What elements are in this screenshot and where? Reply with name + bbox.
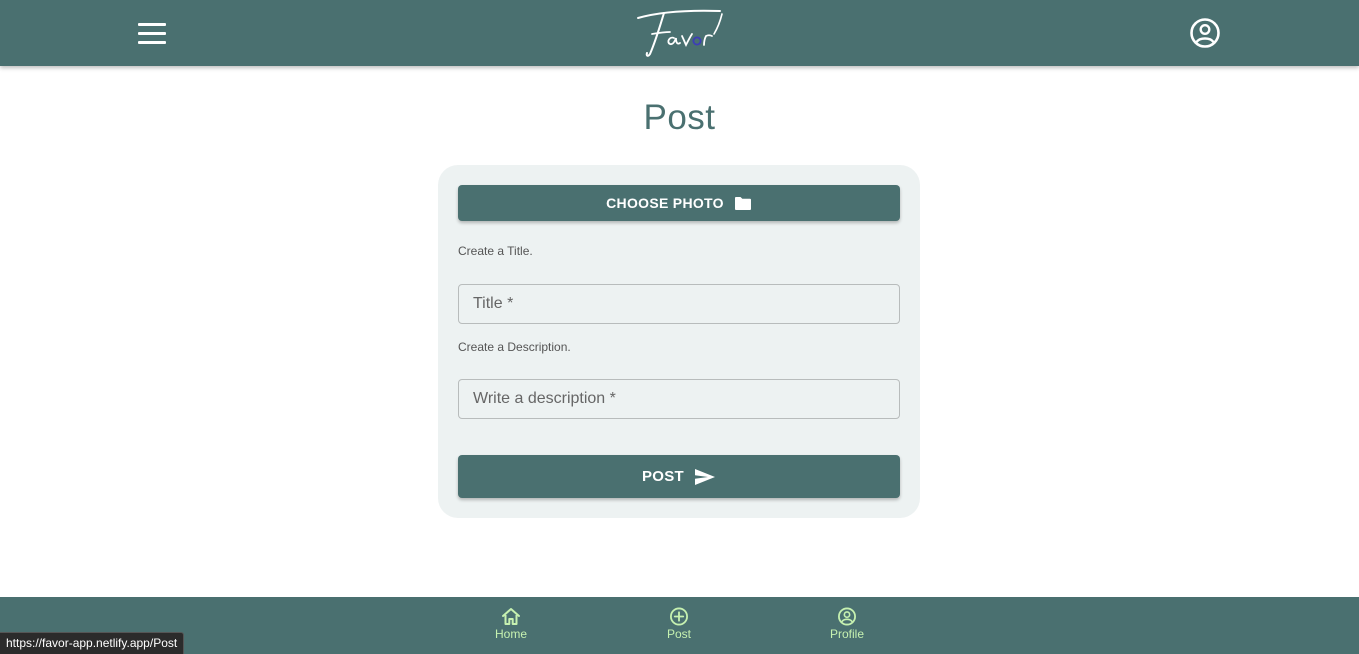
nav-item-label: Profile bbox=[829, 627, 864, 641]
account-circle-icon bbox=[838, 607, 856, 626]
menu-icon[interactable] bbox=[136, 18, 168, 48]
nav-item-label: Post bbox=[666, 627, 691, 641]
home-icon bbox=[502, 608, 520, 625]
nav-item-profile[interactable]: Profile bbox=[802, 607, 892, 641]
top-app-bar bbox=[0, 0, 1359, 66]
bottom-navigation: Home Post Profile bbox=[0, 597, 1359, 654]
post-form-card: CHOOSE PHOTO Create a Title. Create a De… bbox=[438, 165, 920, 518]
add-circle-icon bbox=[670, 607, 688, 626]
choose-photo-label: CHOOSE PHOTO bbox=[606, 195, 724, 211]
account-circle-icon[interactable] bbox=[1188, 16, 1222, 50]
nav-item-post[interactable]: Post bbox=[634, 607, 724, 641]
post-button-label: POST bbox=[641, 468, 685, 485]
title-input[interactable] bbox=[459, 285, 899, 323]
description-helper-text: Create a Description. bbox=[458, 340, 571, 354]
description-field[interactable] bbox=[458, 379, 900, 419]
folder-icon bbox=[734, 196, 751, 210]
page-title: Post bbox=[643, 98, 716, 137]
choose-photo-button[interactable]: CHOOSE PHOTO bbox=[458, 185, 900, 221]
nav-item-label: Home bbox=[494, 627, 527, 641]
description-input[interactable] bbox=[459, 380, 899, 418]
status-bar-url: https://favor-app.netlify.app/Post bbox=[0, 632, 185, 654]
nav-item-home[interactable]: Home bbox=[466, 607, 556, 641]
title-helper-text: Create a Title. bbox=[458, 244, 533, 258]
favor-logo[interactable] bbox=[634, 4, 726, 60]
title-field[interactable] bbox=[458, 284, 900, 324]
post-button[interactable]: POST bbox=[458, 455, 900, 498]
send-icon bbox=[695, 468, 716, 485]
